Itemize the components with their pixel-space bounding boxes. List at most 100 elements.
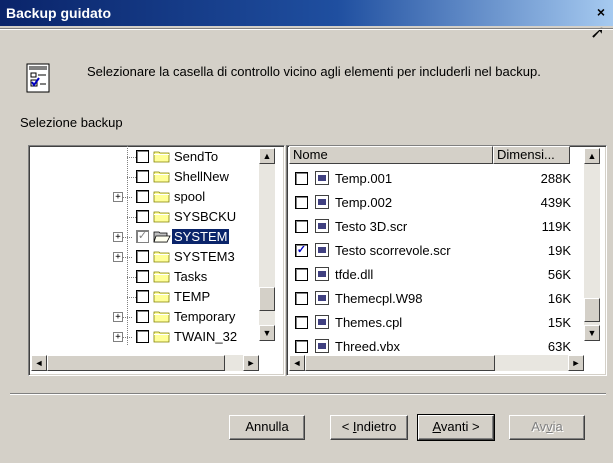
column-header-size[interactable]: Dimensi... — [493, 146, 570, 164]
title-bar: Backup guidato × — [0, 0, 613, 26]
folder-icon — [153, 291, 170, 303]
folder-checkbox[interactable] — [136, 290, 149, 303]
tree-item-label: ShellNew — [174, 169, 229, 184]
file-row[interactable]: Themecpl.W98 16K — [289, 287, 571, 311]
file-scroll-right-button[interactable]: ► — [568, 355, 584, 371]
cancel-button-label: Annulla — [245, 419, 289, 434]
tree-item-label: TEMP — [174, 289, 211, 304]
file-size: 119K — [541, 219, 571, 234]
tree-connector — [123, 257, 133, 258]
tree-vertical-scrollbar[interactable]: ▲ ▼ — [259, 148, 275, 341]
file-scroll-up-button[interactable]: ▲ — [584, 148, 600, 164]
expand-toggle-icon[interactable]: + — [113, 252, 123, 262]
back-button[interactable]: < Indietro — [330, 415, 408, 440]
next-button[interactable]: Avanti > — [417, 414, 495, 441]
folder-checkbox[interactable] — [136, 210, 149, 223]
column-header-name[interactable]: Nome — [289, 146, 493, 164]
file-icon — [315, 171, 329, 185]
folder-checkbox[interactable] — [136, 270, 149, 283]
tree-item[interactable]: + TWAIN_32 — [29, 327, 257, 347]
tree-item[interactable]: SendTo — [29, 147, 257, 167]
close-icon[interactable]: × — [593, 5, 609, 20]
file-checkbox[interactable] — [295, 268, 308, 281]
tree-item-label: Temporary — [174, 309, 236, 324]
file-name: Themes.cpl — [335, 315, 403, 330]
selection-label: Selezione backup — [20, 115, 123, 130]
mouse-cursor-icon: ➚ — [590, 22, 606, 42]
tree-item[interactable]: + ✓ SYSTEM — [29, 227, 257, 247]
tree-item[interactable]: SYSBCKU — [29, 207, 257, 227]
tree-connector — [123, 337, 133, 338]
tree-horizontal-scrollbar[interactable]: ◄ ► — [31, 355, 259, 371]
tree-scroll-up-button[interactable]: ▲ — [259, 148, 275, 164]
expand-toggle-icon[interactable]: + — [113, 232, 123, 242]
folder-icon — [153, 331, 170, 343]
file-hscroll-thumb[interactable] — [305, 355, 495, 371]
tree-item[interactable]: Tasks — [29, 267, 257, 287]
file-checkbox[interactable] — [295, 196, 308, 209]
checklist-icon — [26, 63, 50, 93]
open-folder-icon — [153, 231, 171, 243]
tree-scroll-down-button[interactable]: ▼ — [259, 325, 275, 341]
file-checkbox[interactable] — [295, 292, 308, 305]
tree-item[interactable]: TEMP — [29, 287, 257, 307]
cancel-button[interactable]: Annulla — [229, 415, 305, 440]
folder-checkbox[interactable] — [136, 150, 149, 163]
file-name: Temp.001 — [335, 171, 393, 186]
file-row[interactable]: Temp.001 288K — [289, 167, 571, 191]
file-checkbox[interactable] — [295, 220, 308, 233]
folder-checkbox[interactable] — [136, 170, 149, 183]
tree-item-label: Tasks — [174, 269, 208, 284]
expand-toggle-icon[interactable]: + — [113, 192, 123, 202]
file-icon — [315, 219, 329, 233]
file-icon — [315, 315, 329, 329]
folder-checkbox[interactable]: ✓ — [136, 230, 149, 243]
file-row[interactable]: Testo 3D.scr 119K — [289, 215, 571, 239]
file-row[interactable]: ✓ Testo scorrevole.scr 19K — [289, 239, 571, 263]
file-row[interactable]: Themes.cpl 15K — [289, 311, 571, 335]
tree-connector — [123, 317, 133, 318]
intro-text: Selezionare la casella di controllo vici… — [87, 64, 541, 79]
file-size: 19K — [547, 243, 571, 258]
folder-checkbox[interactable] — [136, 330, 149, 343]
tree-item-label: SendTo — [174, 149, 219, 164]
file-row[interactable]: tfde.dll 56K — [289, 263, 571, 287]
file-name: Themecpl.W98 — [335, 291, 423, 306]
tree-item-label: SYSTEM — [172, 229, 230, 244]
start-button[interactable]: Avvia — [509, 415, 585, 440]
expand-toggle-icon[interactable]: + — [113, 312, 123, 322]
tree-item[interactable]: ShellNew — [29, 167, 257, 187]
folder-checkbox[interactable] — [136, 310, 149, 323]
file-checkbox[interactable] — [295, 340, 308, 353]
tree-scroll-thumb[interactable] — [259, 287, 275, 311]
footer-divider — [10, 393, 606, 395]
back-button-label: < Indietro — [341, 419, 397, 434]
tree-hscroll-thumb[interactable] — [47, 355, 225, 371]
window-title: Backup guidato — [6, 5, 112, 21]
file-row[interactable]: Temp.002 439K — [289, 191, 571, 215]
file-size: 288K — [540, 171, 571, 186]
tree-scroll-right-button[interactable]: ► — [243, 355, 259, 371]
folder-tree[interactable]: SendTo ShellNew + spool SYSBCKU + ✓ SYSTEM + SYST… — [28, 145, 285, 376]
file-scroll-left-button[interactable]: ◄ — [289, 355, 305, 371]
file-list[interactable]: Nome Dimensi... Temp.001 288K Temp.002 439K… — [286, 145, 607, 376]
folder-icon — [153, 151, 170, 163]
file-scroll-thumb[interactable] — [584, 298, 600, 322]
tree-item[interactable]: + SYSTEM3 — [29, 247, 257, 267]
tree-scroll-left-button[interactable]: ◄ — [31, 355, 47, 371]
file-scroll-down-button[interactable]: ▼ — [584, 325, 600, 341]
file-size: 15K — [547, 315, 571, 330]
file-horizontal-scrollbar[interactable]: ◄ ► — [289, 355, 584, 371]
expand-toggle-icon[interactable]: + — [113, 332, 123, 342]
file-icon — [315, 291, 329, 305]
file-name: Testo 3D.scr — [335, 219, 408, 234]
folder-icon — [153, 211, 170, 223]
file-vertical-scrollbar[interactable]: ▲ ▼ — [584, 148, 600, 341]
file-checkbox[interactable] — [295, 172, 308, 185]
tree-item[interactable]: + Temporary — [29, 307, 257, 327]
file-checkbox[interactable] — [295, 316, 308, 329]
tree-item[interactable]: + spool — [29, 187, 257, 207]
folder-checkbox[interactable] — [136, 250, 149, 263]
folder-checkbox[interactable] — [136, 190, 149, 203]
file-checkbox[interactable]: ✓ — [295, 244, 308, 257]
